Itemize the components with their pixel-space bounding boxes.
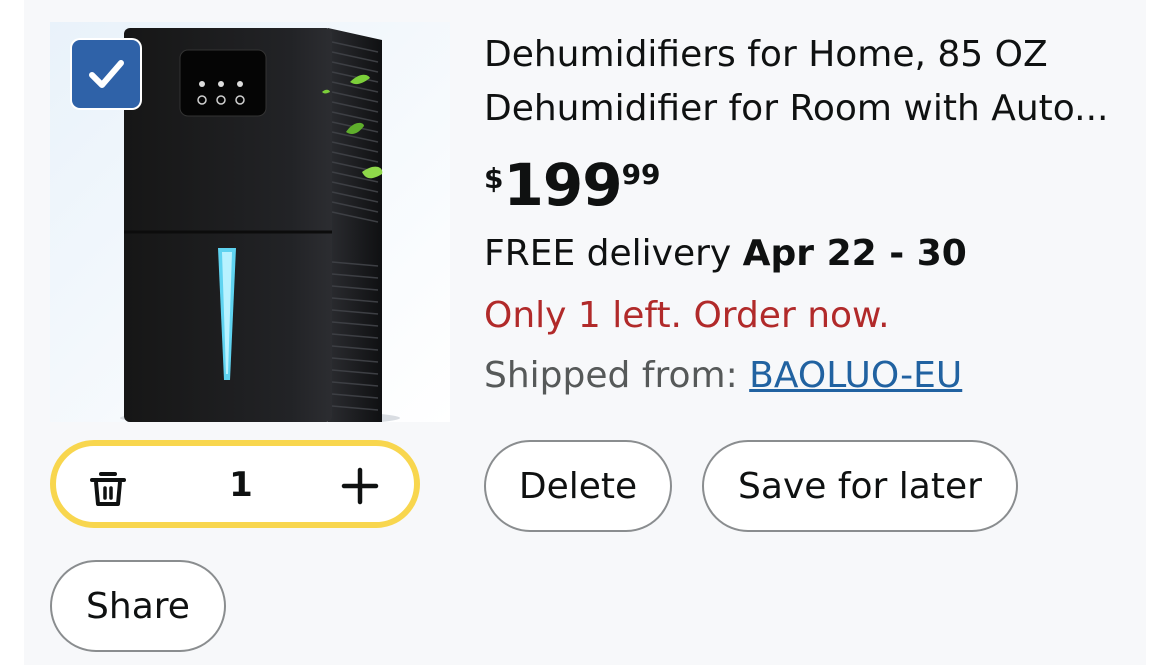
stock-status: Only 1 left. Order now. bbox=[484, 295, 890, 336]
price-currency: $ bbox=[484, 162, 504, 195]
plus-icon bbox=[341, 467, 379, 505]
price-whole: 199 bbox=[503, 151, 622, 219]
seller-link[interactable]: BAOLUO-EU bbox=[749, 355, 962, 396]
delivery-info: FREE delivery Apr 22 - 30 bbox=[484, 230, 967, 278]
quantity-stepper: 1 bbox=[50, 440, 420, 528]
quantity-value: 1 bbox=[229, 465, 253, 505]
checkmark-icon bbox=[89, 60, 124, 88]
shipped-label: Shipped from: bbox=[484, 355, 750, 396]
delete-button[interactable]: Delete bbox=[484, 440, 672, 532]
increase-quantity-button[interactable] bbox=[338, 464, 382, 508]
trash-icon bbox=[90, 472, 126, 506]
price-fraction: 99 bbox=[621, 158, 661, 191]
share-button[interactable]: Share bbox=[50, 560, 226, 652]
delivery-prefix: FREE delivery bbox=[484, 233, 743, 274]
product-title[interactable]: Dehumidifiers for Home, 85 OZ Dehumidifi… bbox=[484, 28, 1124, 136]
shipped-from: Shipped from: BAOLUO-EU bbox=[484, 352, 962, 400]
delivery-dates: Apr 22 - 30 bbox=[742, 233, 967, 274]
decrease-delete-button[interactable] bbox=[86, 466, 130, 510]
select-item-checkbox[interactable] bbox=[72, 40, 140, 108]
price: $ 199 99 bbox=[484, 152, 661, 222]
save-for-later-button[interactable]: Save for later bbox=[702, 440, 1018, 532]
